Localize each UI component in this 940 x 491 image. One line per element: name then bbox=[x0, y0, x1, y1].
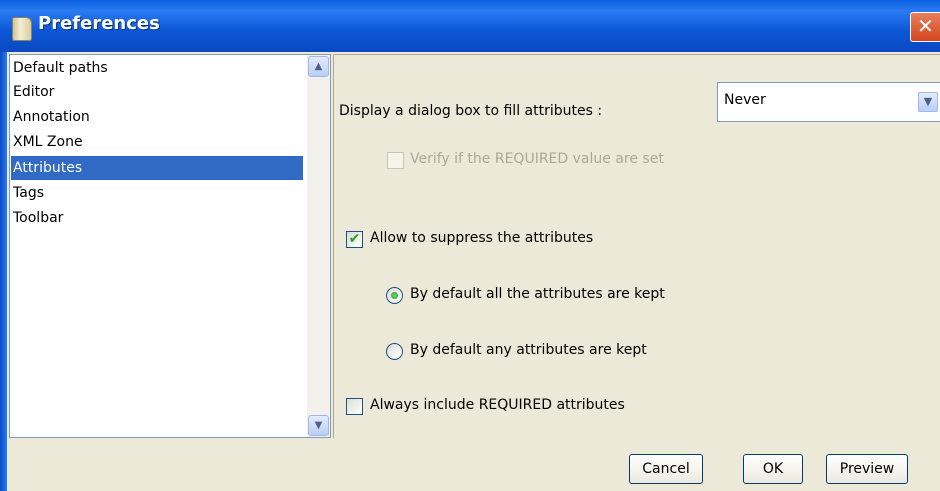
allow-suppress-checkbox[interactable]: ✔ bbox=[346, 231, 363, 248]
category-item-editor[interactable]: Editor bbox=[11, 80, 303, 104]
window-frame-left bbox=[0, 52, 7, 491]
chevron-down-icon: ▼ bbox=[923, 95, 933, 108]
title-bar[interactable]: Preferences ✕ bbox=[0, 0, 940, 52]
category-item-tags[interactable]: Tags bbox=[11, 181, 303, 205]
radio-any-kept-label: By default any attributes are kept bbox=[410, 342, 647, 358]
category-item-xml-zone[interactable]: XML Zone bbox=[11, 130, 303, 154]
close-button[interactable]: ✕ bbox=[910, 12, 940, 42]
scroll-down-button[interactable]: ▼ bbox=[308, 415, 329, 436]
verify-required-label: Verify if the REQUIRED value are set bbox=[410, 151, 664, 167]
preferences-scroll-icon bbox=[12, 17, 32, 41]
verify-required-checkbox[interactable] bbox=[387, 152, 404, 169]
dialog-box-select-value: Never bbox=[724, 92, 766, 108]
ok-button[interactable]: OK bbox=[743, 454, 803, 484]
dialog-box-label: Display a dialog box to fill attributes … bbox=[339, 103, 603, 119]
dialog-box-select[interactable]: Never ▼ bbox=[717, 82, 940, 122]
radio-any-kept[interactable] bbox=[386, 343, 403, 360]
list-scrollbar[interactable]: ▲ ▼ bbox=[307, 55, 330, 437]
category-item-annotation[interactable]: Annotation bbox=[11, 105, 303, 129]
window-title: Preferences bbox=[38, 13, 160, 34]
always-include-checkbox[interactable] bbox=[346, 398, 363, 415]
radio-all-kept[interactable] bbox=[386, 287, 403, 304]
category-item-attributes[interactable]: Attributes bbox=[11, 156, 303, 180]
chevron-down-icon: ▼ bbox=[314, 420, 323, 431]
scroll-up-button[interactable]: ▲ bbox=[308, 56, 329, 77]
close-icon: ✕ bbox=[917, 14, 934, 38]
always-include-label: Always include REQUIRED attributes bbox=[370, 397, 625, 413]
checkmark-icon: ✔ bbox=[348, 231, 361, 247]
category-item-toolbar[interactable]: Toolbar bbox=[11, 206, 303, 230]
cancel-button[interactable]: Cancel bbox=[629, 454, 703, 484]
allow-suppress-label: Allow to suppress the attributes bbox=[370, 230, 594, 246]
radio-all-kept-label: By default all the attributes are kept bbox=[410, 286, 665, 302]
category-list[interactable]: Default paths Editor Annotation XML Zone… bbox=[9, 54, 331, 438]
preview-button[interactable]: Preview bbox=[826, 454, 908, 484]
dropdown-button[interactable]: ▼ bbox=[918, 92, 938, 112]
chevron-up-icon: ▲ bbox=[314, 61, 323, 72]
radio-selected-dot bbox=[391, 292, 398, 299]
category-item-default-paths[interactable]: Default paths bbox=[11, 56, 303, 80]
